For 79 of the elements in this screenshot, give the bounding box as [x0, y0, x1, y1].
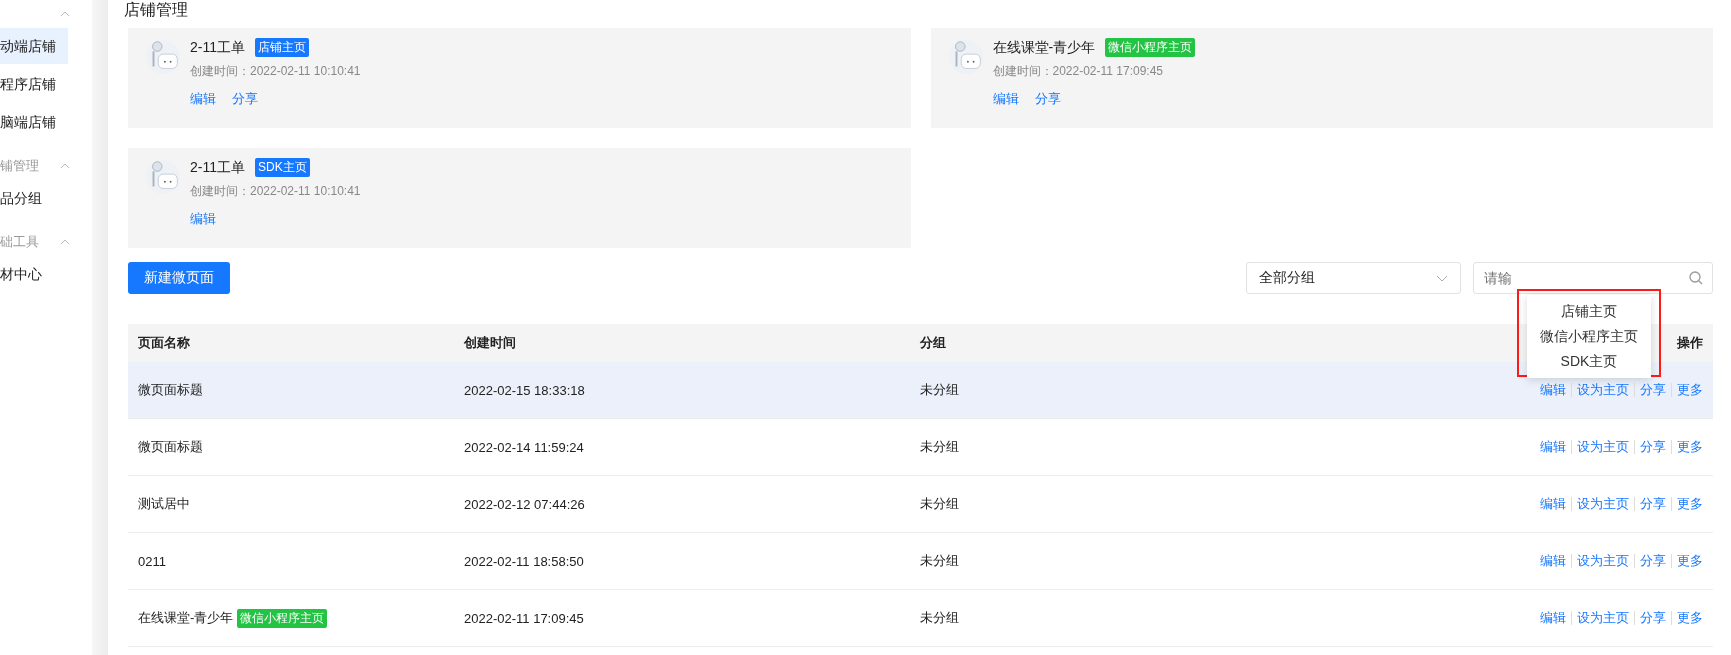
table-cell: 2022-02-11 17:09:45 [464, 610, 584, 626]
robot-icon [946, 38, 985, 76]
caret-icon [1436, 274, 1448, 282]
action-link[interactable]: 分享 [232, 90, 258, 108]
group-select[interactable]: 全部分组 [1246, 262, 1461, 294]
page-name: 在线课堂-青少年 [992, 38, 1096, 57]
column-header: 创建时间 [464, 334, 516, 352]
table-cell: 微页面标题 [138, 381, 203, 399]
table-cell: 2022-02-11 18:58:50 [464, 553, 584, 569]
action-link[interactable]: 设为主页 [1577, 438, 1629, 456]
table-cell: 测试居中 [138, 495, 190, 513]
action-link[interactable]: 分享 [1640, 381, 1666, 399]
action-link[interactable]: 分享 [1640, 438, 1666, 456]
table-cell: 2022-02-15 18:33:18 [464, 382, 585, 398]
chevron-icon[interactable] [60, 239, 70, 245]
robot-icon [144, 38, 182, 76]
table-cell: 未分组 [920, 381, 959, 399]
action-link[interactable]: 分享 [1640, 609, 1666, 627]
search-field[interactable]: 请输 [1473, 262, 1713, 294]
action-link[interactable]: 设为主页 [1577, 495, 1629, 513]
table-row[interactable]: 测试居中 2022-02-12 07:44:26 未分组 编辑 设为主页 分享 更多 [128, 476, 1713, 533]
action-link[interactable]: 编辑 [190, 210, 216, 228]
robot-icon [144, 158, 182, 196]
search-icon[interactable] [1689, 271, 1703, 285]
table-cell: 在线课堂-青少年 [138, 609, 234, 627]
action-link[interactable]: 分享 [1034, 90, 1061, 108]
action-link[interactable]: 编辑 [1540, 552, 1566, 570]
action-link[interactable]: 编辑 [190, 90, 216, 108]
table-cell: 0211 [138, 553, 166, 569]
tag: 店铺主页 [255, 38, 309, 57]
action-link[interactable]: 设为主页 [1577, 552, 1629, 570]
table-cell: 未分组 [920, 495, 959, 513]
created-time: 创建时间：2022-02-11 10:10:41 [190, 63, 361, 80]
menu-item[interactable]: 店铺主页 [1527, 299, 1651, 324]
action-link[interactable]: 编辑 [1540, 609, 1566, 627]
action-link[interactable]: 更多 [1677, 381, 1703, 399]
table-row[interactable]: 在线课堂-青少年 微信小程序主页 2022-02-11 17:09:45 未分组 编辑 设为主页 分享 更多 [128, 590, 1713, 647]
action-link[interactable]: 编辑 [1540, 381, 1566, 399]
action-link[interactable]: 更多 [1677, 552, 1703, 570]
action-link[interactable]: 编辑 [1540, 495, 1566, 513]
action-link[interactable]: 编辑 [1540, 438, 1566, 456]
action-link[interactable]: 分享 [1640, 495, 1666, 513]
table-row[interactable]: 微页面标题 2022-02-14 11:59:24 未分组 编辑 设为主页 分享 更多 [128, 419, 1713, 476]
created-time: 创建时间：2022-02-11 10:10:41 [190, 183, 361, 200]
chevron-icon[interactable] [60, 163, 70, 169]
column-header: 页面名称 [138, 334, 190, 352]
chevron-icon[interactable] [60, 11, 70, 17]
new-page-button[interactable]: 新建微页面 [128, 262, 230, 294]
action-link[interactable]: 更多 [1677, 495, 1703, 513]
page-title: 店铺管理 [124, 0, 189, 20]
column-header: 操作 [1677, 334, 1703, 352]
action-link[interactable]: 更多 [1677, 609, 1703, 627]
table-cell: 2022-02-12 07:44:26 [464, 496, 585, 512]
table-cell: 2022-02-14 11:59:24 [464, 439, 584, 455]
tag: 微信小程序主页 [1105, 38, 1196, 57]
sidebar-item[interactable]: 品分组 [0, 180, 68, 216]
tag: SDK主页 [255, 158, 310, 177]
table-row[interactable]: 0211 2022-02-11 18:58:50 未分组 编辑 设为主页 分享 更多 [128, 533, 1713, 590]
page-name: 2-11工单 [190, 158, 245, 177]
table-cell: 未分组 [920, 609, 959, 627]
group-title: 铺管理 [0, 157, 39, 175]
menu-item[interactable]: 微信小程序主页 [1527, 324, 1651, 349]
table-cell: 未分组 [920, 438, 959, 456]
tag: 微信小程序主页 [237, 608, 328, 628]
action-link[interactable]: 更多 [1677, 438, 1703, 456]
group-title: 础工具 [0, 233, 39, 251]
action-link[interactable]: 分享 [1640, 552, 1666, 570]
action-link[interactable]: 设为主页 [1577, 381, 1629, 399]
table-cell: 微页面标题 [138, 438, 203, 456]
sidebar-item[interactable]: 材中心 [0, 256, 68, 292]
action-link[interactable]: 编辑 [992, 90, 1019, 108]
sidebar-item[interactable]: 程序店铺 [0, 66, 68, 102]
column-header: 分组 [920, 334, 946, 352]
created-time: 创建时间：2022-02-11 17:09:45 [992, 63, 1165, 80]
table-cell: 未分组 [920, 552, 959, 570]
action-link[interactable]: 设为主页 [1577, 609, 1629, 627]
sidebar-item[interactable]: 动端店铺 [0, 28, 68, 64]
sidebar-item[interactable]: 脑端店铺 [0, 104, 68, 140]
page-name: 2-11工单 [190, 38, 245, 57]
